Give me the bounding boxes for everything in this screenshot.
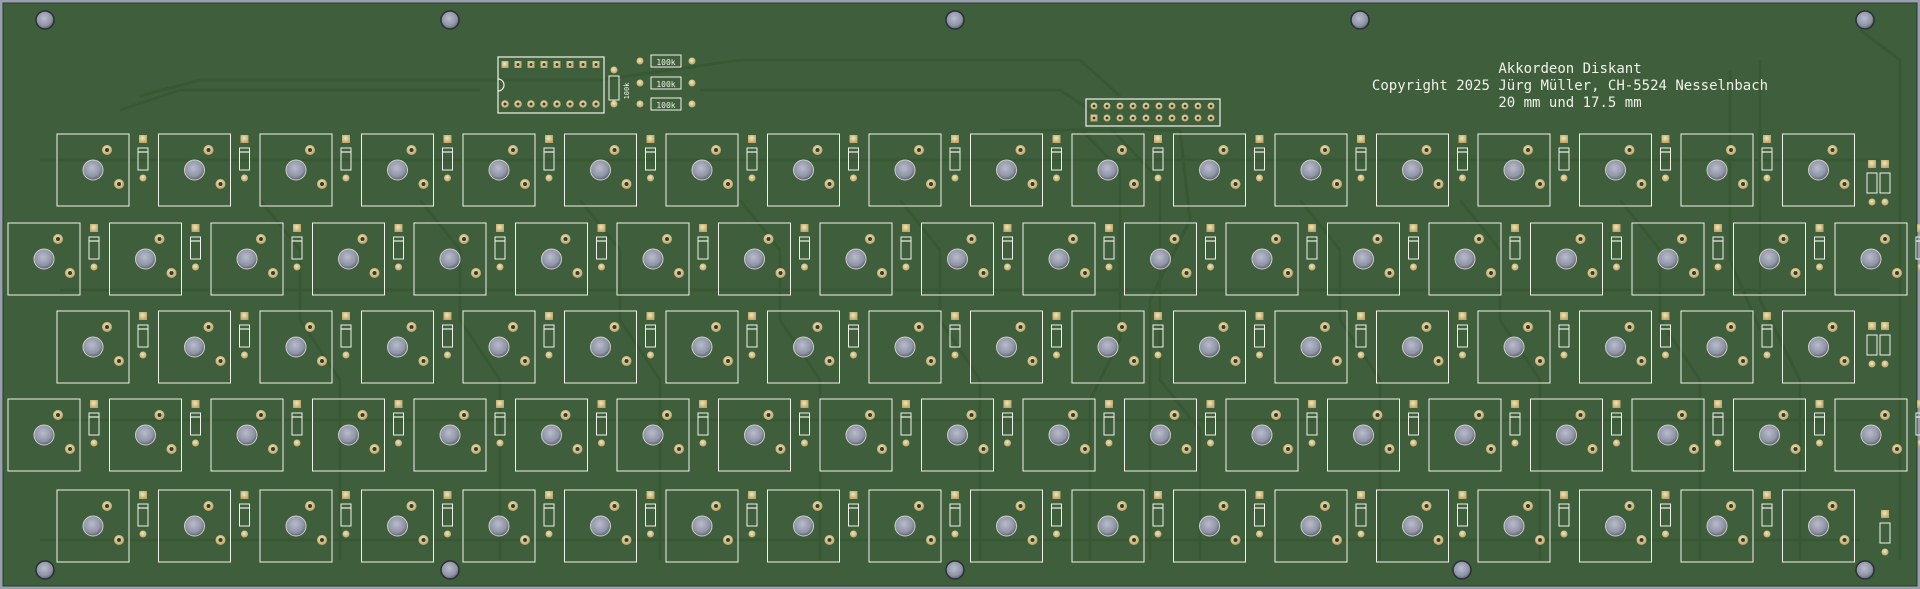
resistor-r2-value: 100k — [656, 80, 675, 89]
header-pin — [1142, 102, 1150, 110]
mounting-hole — [1855, 560, 1875, 580]
header-pin — [1090, 114, 1098, 122]
mounting-hole — [1452, 560, 1472, 580]
pcb-board-render: 100k 100k 100k 100k Akkordeon Diskant Co… — [2, 2, 1920, 587]
header-pin — [1103, 114, 1111, 122]
resistor-r1-value: 100k — [656, 58, 675, 67]
header-pin — [1116, 114, 1124, 122]
header-pin — [1168, 102, 1176, 110]
header-pin — [1155, 102, 1163, 110]
header-pin — [1194, 102, 1202, 110]
header-pin — [1181, 102, 1189, 110]
header-pin — [1129, 114, 1137, 122]
mounting-hole — [945, 10, 965, 30]
resistor-r4-value: 100k — [623, 82, 631, 100]
header-pin — [1155, 114, 1163, 122]
header-pin — [1194, 114, 1202, 122]
header-pin — [1103, 102, 1111, 110]
ic-pin — [501, 61, 509, 68]
header-pin — [1207, 102, 1215, 110]
mounting-hole — [35, 10, 55, 30]
header-pin — [1142, 114, 1150, 122]
header-pin — [1090, 102, 1098, 110]
header-pin — [1129, 102, 1137, 110]
mounting-hole — [945, 560, 965, 580]
header-pin — [1181, 114, 1189, 122]
board-sizes: 20 mm und 17.5 mm — [1498, 95, 1641, 111]
header-pin — [1207, 114, 1215, 122]
mounting-hole — [440, 560, 460, 580]
mounting-hole — [440, 10, 460, 30]
board-title: Akkordeon Diskant — [1498, 61, 1641, 77]
resistor-r3-value: 100k — [656, 101, 675, 110]
header-pin — [1168, 114, 1176, 122]
mounting-hole — [1855, 10, 1875, 30]
mounting-hole — [1350, 10, 1370, 30]
header-pin — [1116, 102, 1124, 110]
mounting-hole — [35, 560, 55, 580]
board-copyright: Copyright 2025 Jürg Müller, CH-5524 Ness… — [1372, 78, 1768, 94]
